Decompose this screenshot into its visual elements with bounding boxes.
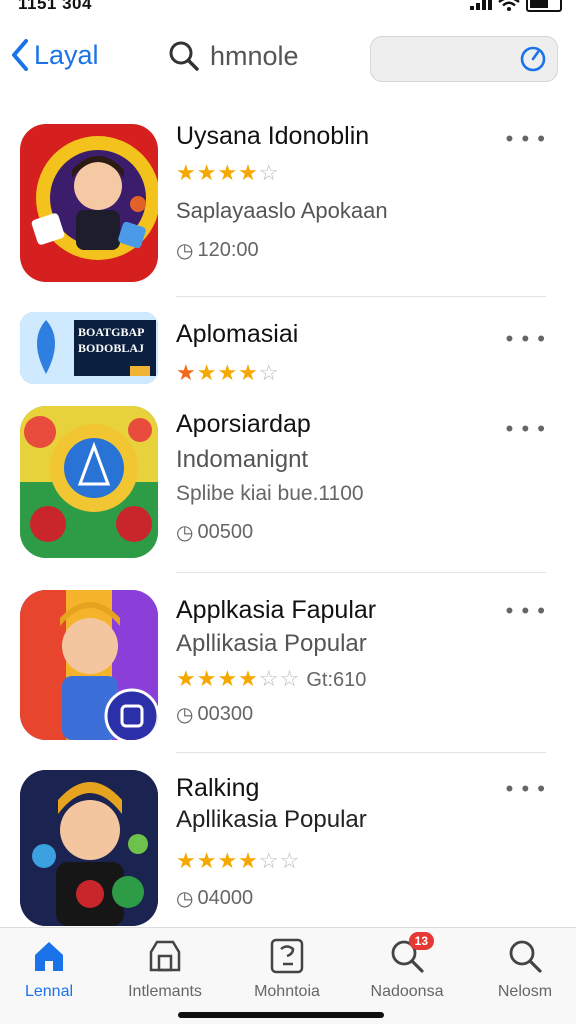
back-button[interactable]: Layal bbox=[10, 38, 99, 72]
tab-notifications[interactable]: 13 Nadoonsa bbox=[352, 932, 462, 1001]
home-icon bbox=[35, 942, 63, 971]
more-options-button[interactable]: • • • bbox=[506, 776, 546, 802]
more-options-button[interactable]: • • • bbox=[506, 326, 546, 352]
bottom-tab-bar: Lennal Intlemants Mohntoia 13 Nadoonsa N… bbox=[0, 927, 576, 1024]
clock-small-icon: ◷ bbox=[176, 522, 194, 544]
app-title: Ralking bbox=[176, 774, 260, 802]
rating-stars: ★★★★☆☆ Gt:610 bbox=[176, 666, 367, 691]
search-heading-text: hmnole bbox=[210, 40, 299, 71]
list-item[interactable]: Applkasia Fapular Apllikasia Popular ★★★… bbox=[0, 590, 576, 750]
store-icon bbox=[149, 940, 181, 972]
more-options-button[interactable]: • • • bbox=[506, 416, 546, 442]
wifi-icon bbox=[498, 0, 520, 11]
clock-icon[interactable] bbox=[519, 45, 547, 73]
app-title: Uysana Idonoblin bbox=[176, 122, 370, 150]
search-icon bbox=[169, 41, 199, 71]
app-meta: ◷ 04000 bbox=[176, 886, 253, 911]
chevron-left-icon bbox=[12, 39, 28, 71]
back-label: Layal bbox=[34, 39, 99, 70]
app-icon-game bbox=[20, 406, 158, 558]
search-heading[interactable]: hmnole bbox=[168, 40, 299, 72]
list-item[interactable]: BOATGBAP BODOBLAJ Aplomasiai ★★★★☆ • • • bbox=[0, 312, 576, 392]
app-meta: ◷ 00500 bbox=[176, 520, 253, 545]
tab-home[interactable]: Lennal bbox=[0, 938, 104, 1001]
clock-small-icon: ◷ bbox=[176, 240, 194, 262]
app-icon-character bbox=[20, 590, 158, 740]
tab-search[interactable]: Nelosm bbox=[470, 938, 576, 1001]
search-icon bbox=[509, 940, 542, 973]
app-meta-value: 120:00 bbox=[197, 239, 259, 261]
top-navigation: Layal hmnole bbox=[0, 30, 576, 90]
banner-text: BOATGBAP BODOBLAJ bbox=[78, 325, 145, 355]
document-icon bbox=[270, 938, 304, 974]
tab-document[interactable]: Mohntoia bbox=[232, 938, 342, 1001]
app-subtitle-secondary: Splibe kiai bue.1100 bbox=[176, 482, 364, 505]
list-item[interactable]: Ralking Apllikasia Popular ★★★★☆☆ ◷ 0400… bbox=[0, 770, 576, 930]
tab-label: Mohntoia bbox=[254, 983, 320, 1000]
app-meta: ◷ 120:00 bbox=[176, 238, 259, 263]
app-meta-value: 00300 bbox=[197, 703, 254, 725]
status-bar: 1151 304 bbox=[0, 0, 576, 14]
tab-label: Lennal bbox=[24, 983, 74, 1000]
app-meta: ◷ 00300 bbox=[176, 702, 253, 727]
app-icon-avatar bbox=[20, 124, 158, 282]
tab-store[interactable]: Intlemants bbox=[110, 938, 220, 1001]
clock-small-icon: ◷ bbox=[176, 888, 194, 910]
list-item[interactable]: Aporsiardap Indomanignt Splibe kiai bue.… bbox=[0, 406, 576, 566]
tab-label: Nadoonsa bbox=[370, 983, 444, 1000]
divider bbox=[176, 296, 546, 297]
app-subtitle: Apllikasia Popular bbox=[176, 806, 367, 833]
rating-stars: ★★★★☆ bbox=[176, 160, 280, 185]
notification-badge: 13 bbox=[408, 932, 434, 950]
app-subtitle: Saplayaaslo Apokaan bbox=[176, 198, 388, 223]
rating-extra: Gt:610 bbox=[306, 669, 367, 691]
signal-icon bbox=[470, 0, 492, 10]
clock-small-icon: ◷ bbox=[176, 704, 194, 726]
search-input[interactable] bbox=[370, 36, 558, 82]
app-title: Applkasia Fapular bbox=[176, 596, 377, 624]
app-icon-banner: BOATGBAP BODOBLAJ bbox=[20, 312, 158, 384]
app-subtitle: Indomanignt bbox=[176, 446, 309, 473]
app-title: Aporsiardap bbox=[176, 410, 311, 438]
tab-label: Nelosm bbox=[497, 983, 553, 1000]
rating-stars: ★★★★☆ bbox=[176, 360, 280, 385]
more-options-button[interactable]: • • • bbox=[506, 598, 546, 624]
tab-label: Intlemants bbox=[128, 983, 202, 1000]
app-subtitle: Apllikasia Popular bbox=[176, 630, 367, 657]
list-item[interactable]: Uysana Idonoblin ★★★★☆ Saplayaaslo Apoka… bbox=[0, 120, 576, 300]
home-indicator bbox=[178, 1012, 384, 1018]
app-meta-value: 00500 bbox=[197, 521, 254, 543]
battery-icon bbox=[526, 0, 562, 12]
status-icons bbox=[470, 0, 562, 12]
app-icon-hero bbox=[20, 770, 158, 926]
app-title: Aplomasiai bbox=[176, 320, 299, 348]
rating-stars: ★★★★☆☆ bbox=[176, 848, 301, 873]
divider bbox=[176, 572, 546, 573]
app-meta-value: 04000 bbox=[197, 887, 254, 909]
more-options-button[interactable]: • • • bbox=[506, 126, 546, 152]
status-time: 1151 304 bbox=[18, 0, 92, 13]
divider bbox=[176, 752, 546, 753]
